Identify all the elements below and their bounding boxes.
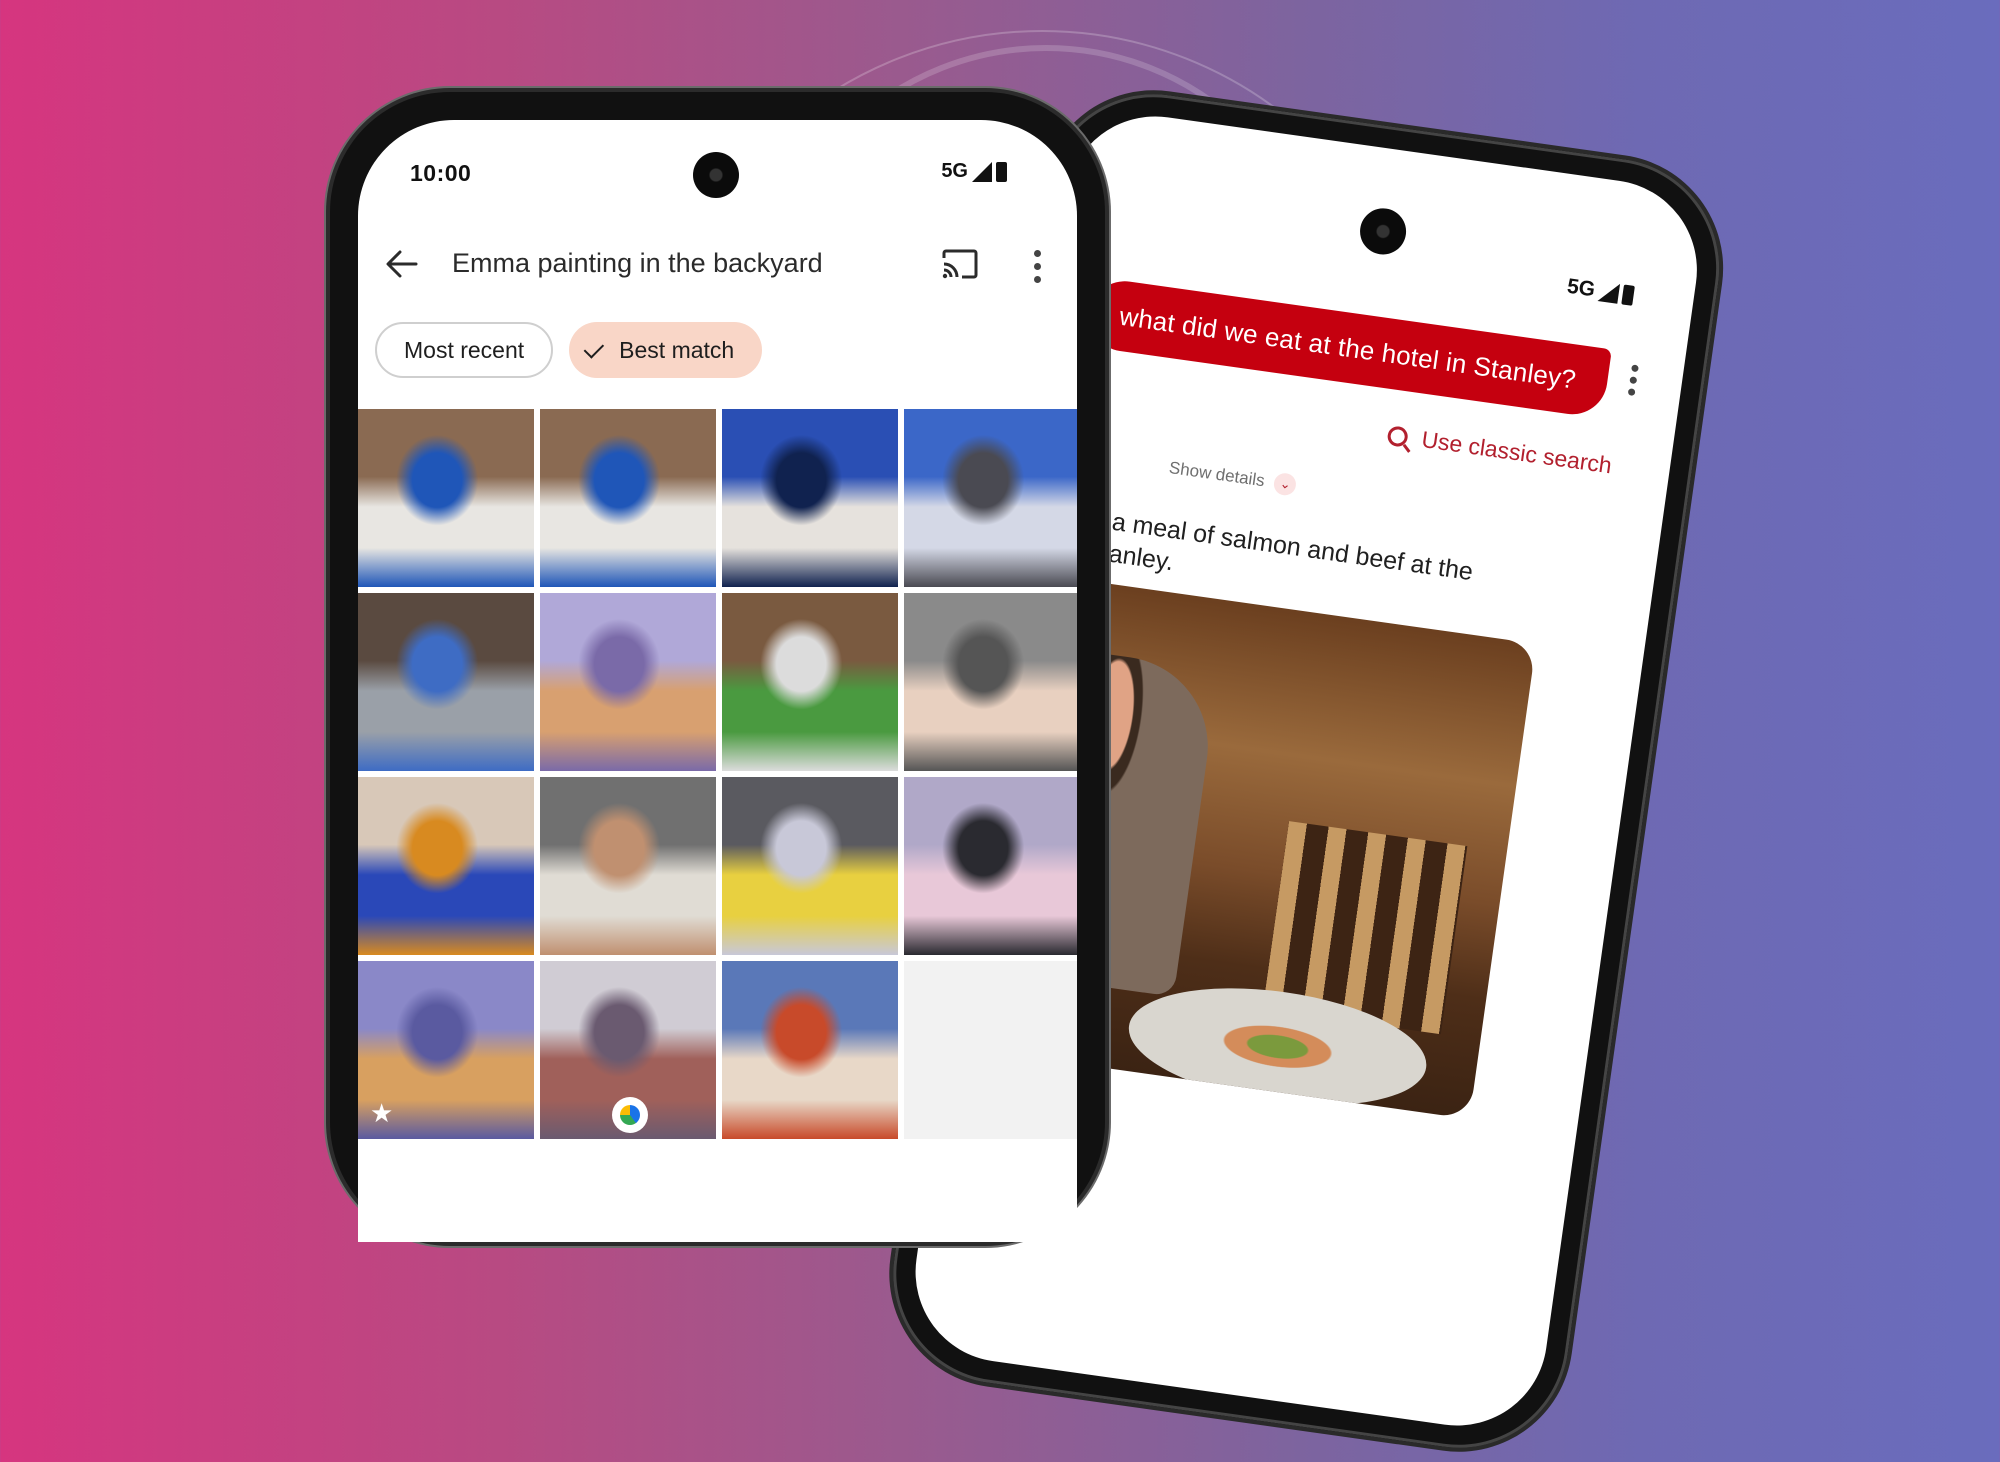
front-camera: [1357, 205, 1410, 258]
network-label: 5G: [941, 160, 968, 182]
use-classic-search-button[interactable]: Use classic search: [1386, 421, 1614, 479]
photos-search-screen: 10:00 5G Emma painting in the backyard M: [358, 120, 1077, 1242]
photo-thumbnail[interactable]: [722, 593, 898, 771]
photo-grid: ★: [358, 409, 1077, 1139]
status-bar: 5G: [941, 160, 1007, 183]
photo-thumbnail[interactable]: [540, 593, 716, 771]
query-text: what did we eat at the hotel in Stanley?: [1117, 300, 1578, 395]
star-icon: ★: [370, 1098, 394, 1128]
photo-thumbnail[interactable]: [358, 777, 534, 955]
photo-thumbnail[interactable]: [540, 961, 716, 1139]
front-camera: [693, 152, 739, 198]
chevron-down-icon: ⌄: [1272, 471, 1298, 497]
arrow-left-icon[interactable]: [382, 246, 422, 282]
edit-sticker-icon: [612, 1097, 648, 1133]
network-label: 5G: [1565, 274, 1597, 302]
top-app-bar: Emma painting in the backyard: [358, 240, 1077, 290]
show-details-toggle[interactable]: Show details ⌄: [1168, 457, 1298, 497]
photo-thumbnail[interactable]: [904, 777, 1077, 955]
status-bar: 5G: [1565, 275, 1635, 308]
search-title: Emma painting in the backyard: [452, 248, 823, 278]
search-icon: [1386, 424, 1410, 448]
photo-thumbnail[interactable]: [358, 593, 534, 771]
photo-thumbnail[interactable]: [358, 409, 534, 587]
cast-icon[interactable]: [940, 248, 980, 280]
chip-label: Best match: [619, 336, 735, 363]
photo-thumbnail[interactable]: ★: [358, 961, 534, 1139]
more-vert-icon[interactable]: [1034, 250, 1042, 283]
chip-best-match[interactable]: Best match: [569, 322, 763, 378]
photo-thumbnail[interactable]: [540, 777, 716, 955]
more-vert-icon[interactable]: [1627, 364, 1640, 397]
classic-search-label: Use classic search: [1420, 425, 1614, 479]
photo-thumbnail[interactable]: [722, 777, 898, 955]
sort-chips: Most recent Best match: [375, 322, 763, 378]
signal-icon: [1597, 281, 1621, 304]
photo-thumbnail[interactable]: [722, 409, 898, 587]
battery-icon: [996, 161, 1007, 182]
battery-icon: [1621, 284, 1635, 306]
query-bubble: what did we eat at the hotel in Stanley?: [1085, 276, 1612, 419]
left-phone: 10:00 5G Emma painting in the backyard M: [330, 92, 1105, 1242]
photo-thumbnail[interactable]: [904, 593, 1077, 771]
chip-label: Most recent: [404, 336, 525, 363]
photo-thumbnail[interactable]: [722, 961, 898, 1139]
status-time: 10:00: [410, 160, 472, 186]
chip-most-recent[interactable]: Most recent: [375, 322, 554, 378]
show-details-label: Show details: [1167, 458, 1266, 491]
photo-thumbnail[interactable]: [904, 409, 1077, 587]
check-icon: [583, 337, 605, 359]
signal-icon: [972, 161, 992, 182]
empty-tile: [904, 961, 1077, 1139]
photo-thumbnail[interactable]: [540, 409, 716, 587]
